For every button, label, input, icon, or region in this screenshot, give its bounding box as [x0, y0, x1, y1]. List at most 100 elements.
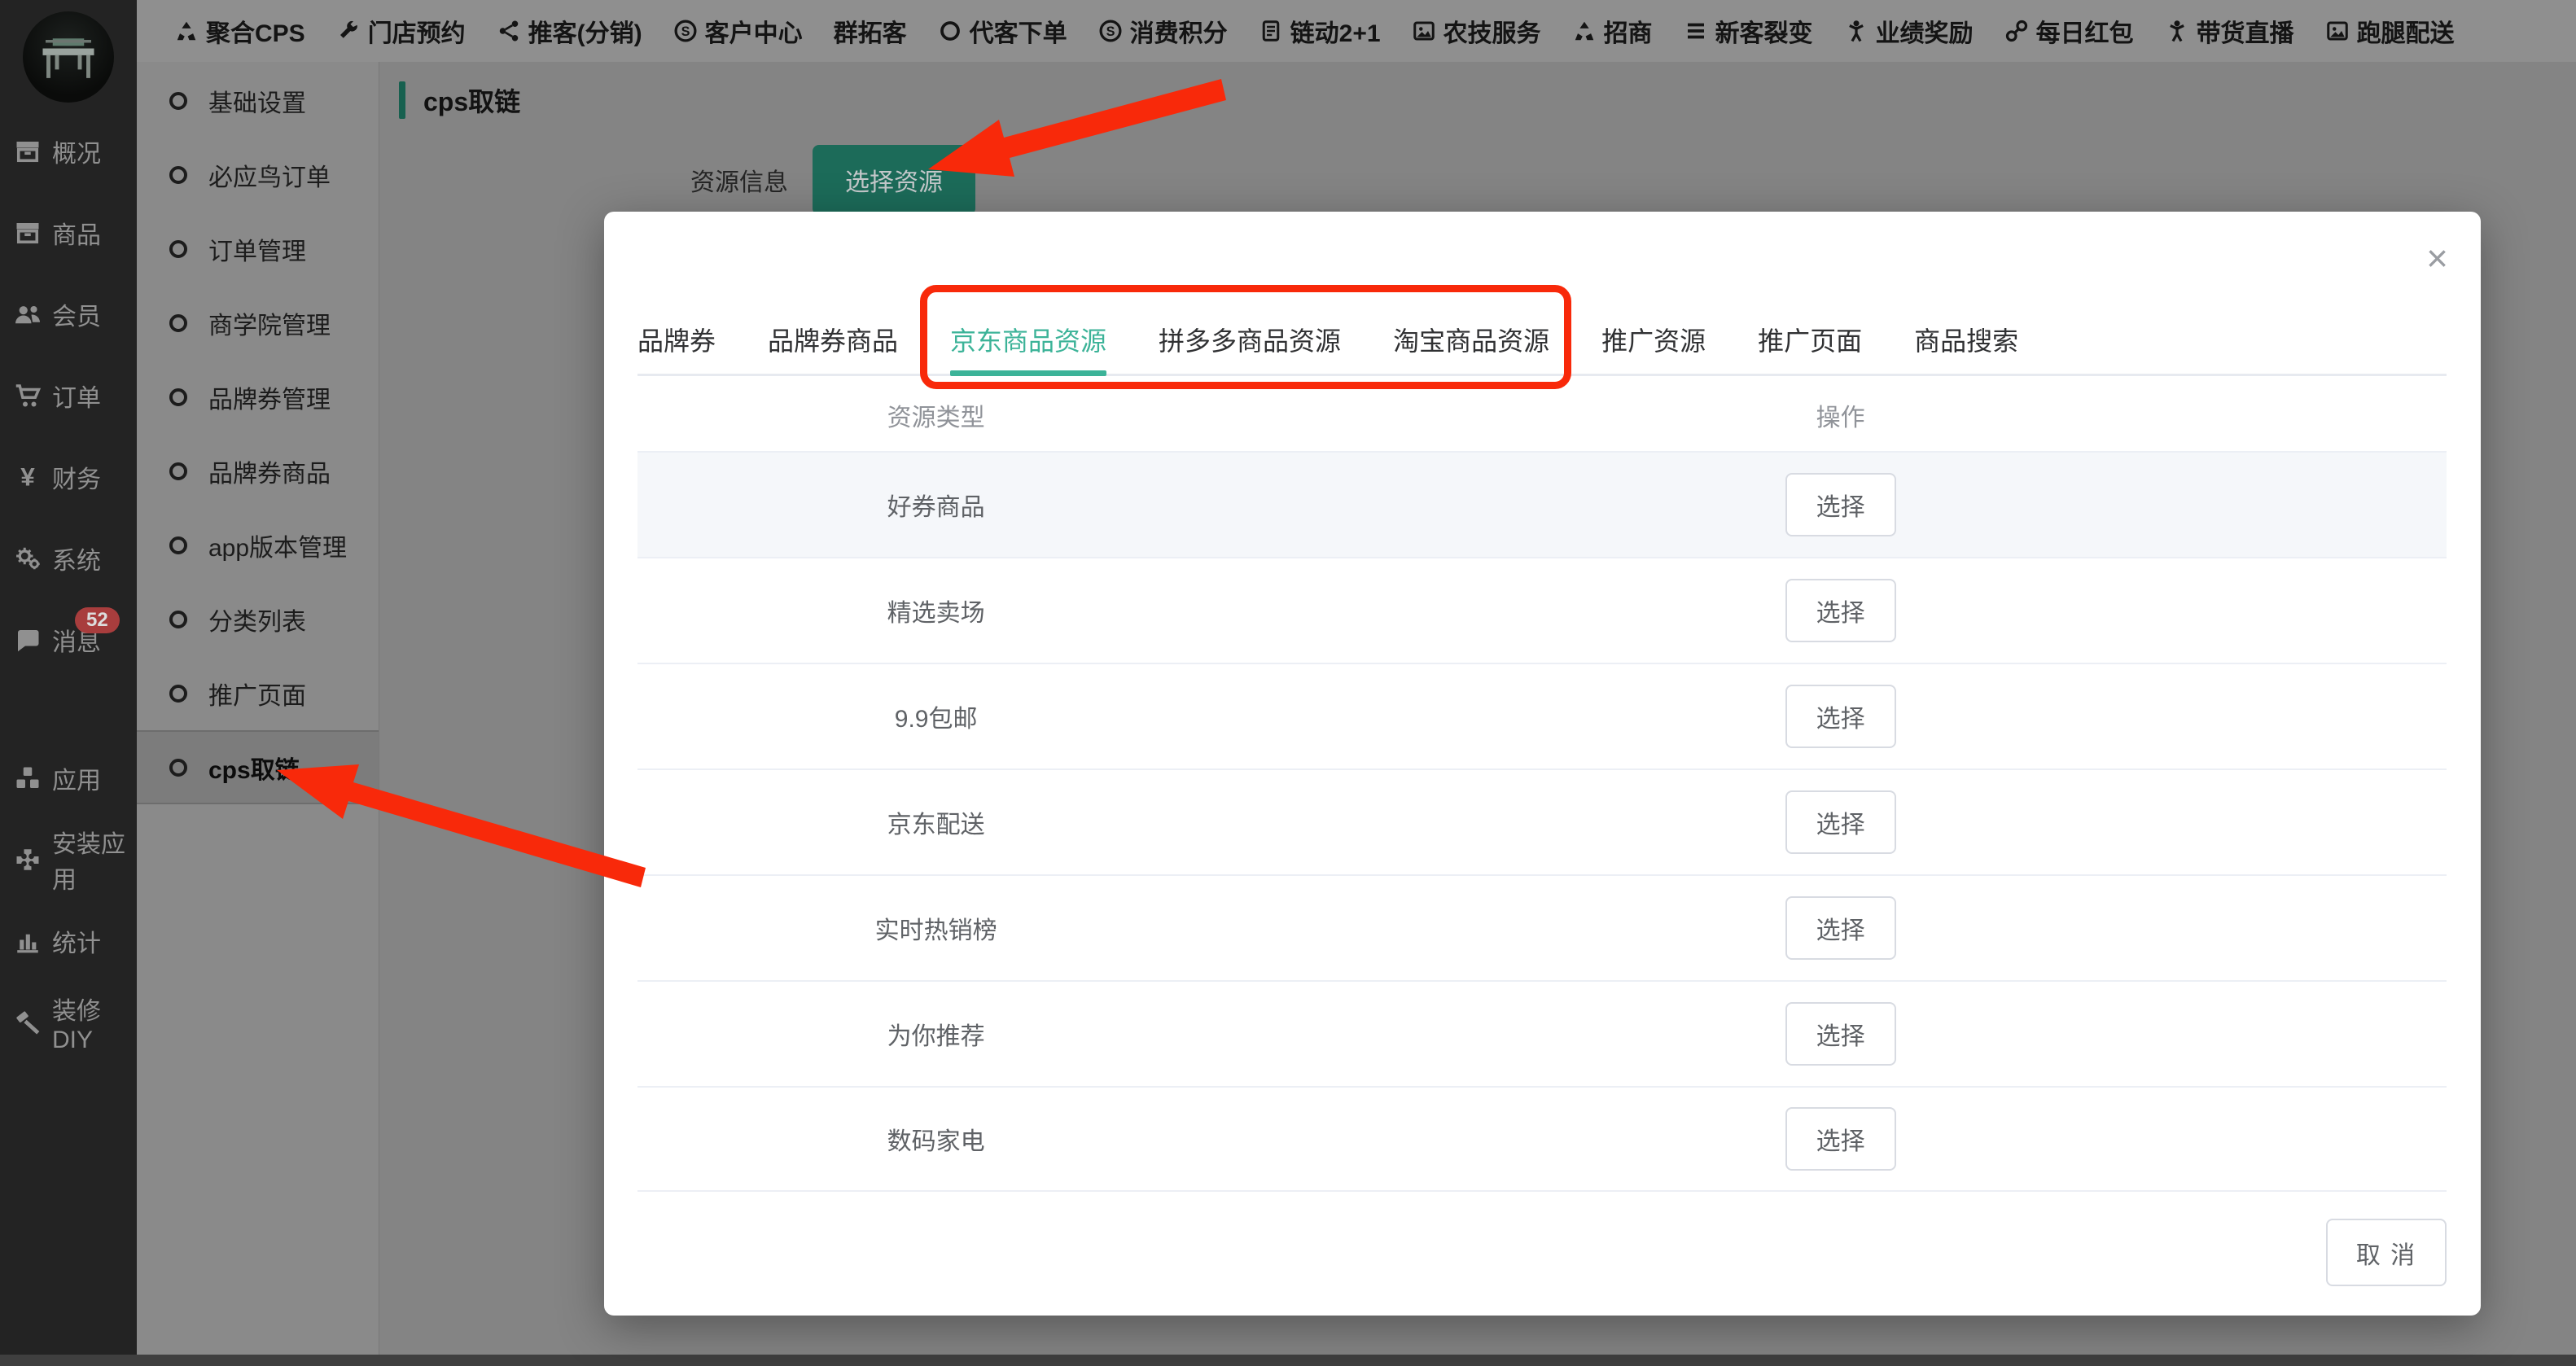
- resource-type-cell: 实时热销榜: [874, 917, 997, 944]
- resource-tab-label: 淘宝商品资源: [1393, 326, 1550, 356]
- cancel-button[interactable]: 取 消: [2326, 1219, 2447, 1286]
- sidebar-item[interactable]: 消息 52: [0, 599, 137, 681]
- image-icon: [1412, 19, 1436, 43]
- resource-tab-label: 拼多多商品资源: [1159, 326, 1342, 356]
- box-icon: [13, 218, 42, 247]
- circle-bullet-icon: [169, 610, 187, 628]
- submenu-item-label: cps取链: [208, 756, 300, 784]
- resource-tab[interactable]: 推广资源: [1601, 304, 1706, 374]
- select-row-button[interactable]: 选择: [1785, 473, 1896, 536]
- submenu-item-label: 必应鸟订单: [208, 164, 331, 191]
- sidebar-item[interactable]: 安装应用: [0, 819, 137, 900]
- submenu-item-label: 推广页面: [208, 682, 306, 710]
- list-icon: [1684, 19, 1708, 43]
- clipboard-icon: [1259, 19, 1283, 43]
- select-row-button[interactable]: 选择: [1785, 579, 1896, 642]
- select-resource-button[interactable]: 选择资源: [813, 145, 975, 215]
- submenu-item[interactable]: 订单管理: [137, 212, 379, 286]
- submenu-item[interactable]: 品牌券管理: [137, 360, 379, 434]
- resource-tab[interactable]: 拼多多商品资源: [1159, 304, 1341, 374]
- top-nav-item-label: 跑腿配送: [2356, 20, 2455, 47]
- resource-tab[interactable]: 品牌券商品: [768, 304, 898, 374]
- resource-tabs: 品牌券 品牌券商品 京东商品资源 拼多多商品资源 淘宝商品资源 推广资源 推广页…: [637, 304, 2447, 376]
- svg-text:S: S: [1106, 24, 1115, 39]
- resource-type-cell: 好券商品: [887, 494, 985, 521]
- select-row-button[interactable]: 选择: [1785, 1107, 1896, 1171]
- sidebar-item[interactable]: 商品: [0, 192, 137, 274]
- table-row: 9.9包邮 选择: [637, 663, 2447, 768]
- top-nav-item[interactable]: 新客裂变: [1684, 13, 1813, 49]
- top-nav-item-label: 推客(分销): [528, 20, 642, 47]
- cubes-icon: [13, 764, 42, 793]
- resource-type-cell: 京东配送: [887, 812, 985, 838]
- sidebar-item[interactable]: 装修DIY: [0, 982, 137, 1063]
- submenu-item[interactable]: 商学院管理: [137, 286, 379, 360]
- resource-tab[interactable]: 淘宝商品资源: [1393, 304, 1549, 374]
- store-logo-avatar[interactable]: [23, 11, 114, 103]
- top-nav-item[interactable]: 农技服务: [1412, 13, 1541, 49]
- resource-tab[interactable]: 商品搜索: [1914, 304, 2018, 374]
- top-nav-item[interactable]: 带货直播: [2165, 13, 2294, 49]
- select-row-button[interactable]: 选择: [1785, 896, 1896, 960]
- sidebar-secondary-group: 应用 安装应用 统计 装修DIY: [0, 738, 137, 1063]
- tool-icon: [336, 19, 361, 43]
- submenu-item[interactable]: 必应鸟订单: [137, 138, 379, 212]
- top-nav-item[interactable]: 推客(分销): [497, 13, 642, 49]
- top-nav-item[interactable]: 每日红包: [2004, 13, 2134, 49]
- top-nav-item[interactable]: S 客户中心: [673, 13, 803, 49]
- sidebar-item[interactable]: 会员: [0, 274, 137, 355]
- image-icon: [2325, 19, 2350, 43]
- top-nav-item[interactable]: 招商: [1572, 13, 1653, 49]
- top-nav-item[interactable]: 门店预约: [336, 13, 466, 49]
- sidebar-item[interactable]: 订单: [0, 355, 137, 436]
- submenu-item-label: app版本管理: [208, 534, 348, 562]
- top-nav-item[interactable]: 链动2+1: [1259, 13, 1381, 49]
- top-nav-item[interactable]: 群拓客: [834, 13, 907, 49]
- resource-tab-label: 推广页面: [1758, 326, 1863, 356]
- top-nav-item[interactable]: S 消费积分: [1098, 13, 1228, 49]
- submenu-item[interactable]: cps取链: [137, 730, 379, 804]
- circle-bullet-icon: [169, 758, 187, 777]
- submenu-item[interactable]: 推广页面: [137, 656, 379, 730]
- top-nav-item[interactable]: 代客下单: [938, 13, 1067, 49]
- resource-tab[interactable]: 京东商品资源: [950, 304, 1107, 376]
- sidebar-item[interactable]: 概况: [0, 111, 137, 192]
- sidebar-item[interactable]: ¥ 财务: [0, 436, 137, 518]
- resource-tab-label: 品牌券: [637, 326, 716, 356]
- sidebar-item-label: 会员: [52, 304, 101, 331]
- select-row-button[interactable]: 选择: [1785, 1002, 1896, 1066]
- table-row: 精选卖场 选择: [637, 557, 2447, 663]
- top-nav-item-label: 业绩奖励: [1875, 20, 1974, 47]
- top-nav-item-label: 群拓客: [833, 20, 907, 47]
- top-nav-item-label: 链动2+1: [1290, 20, 1381, 47]
- submenu-item[interactable]: 分类列表: [137, 582, 379, 656]
- sidebar-item[interactable]: 应用: [0, 738, 137, 819]
- sidebar-item[interactable]: 系统: [0, 518, 137, 599]
- table-row: 数码家电 选择: [637, 1086, 2447, 1192]
- circle-bullet-icon: [169, 313, 187, 332]
- yen-icon: ¥: [13, 462, 42, 492]
- select-row-button[interactable]: 选择: [1785, 790, 1896, 854]
- resource-tab[interactable]: 推广页面: [1758, 304, 1862, 374]
- action-cell: 选择: [1234, 473, 2447, 536]
- close-icon[interactable]: ×: [2426, 239, 2448, 277]
- submenu-item[interactable]: 品牌券商品: [137, 434, 379, 508]
- submenu-item[interactable]: 基础设置: [137, 63, 379, 138]
- s-circle-icon: S: [1098, 19, 1123, 43]
- submenu-item[interactable]: app版本管理: [137, 508, 379, 582]
- resource-select-dialog: × 品牌券 品牌券商品 京东商品资源 拼多多商品资源 淘宝商品资源 推广资源 推…: [604, 212, 2481, 1316]
- top-nav-item[interactable]: 业绩奖励: [1844, 13, 1974, 49]
- action-cell: 选择: [1234, 1107, 2447, 1171]
- circle-bullet-icon: [169, 91, 187, 110]
- page-title-row: cps取链: [399, 81, 520, 119]
- top-nav-item[interactable]: 聚合CPS: [174, 13, 305, 49]
- sidebar-item[interactable]: 统计: [0, 900, 137, 982]
- select-row-button[interactable]: 选择: [1785, 685, 1896, 748]
- chart-icon: [13, 926, 42, 956]
- top-nav-item[interactable]: 跑腿配送: [2325, 13, 2455, 49]
- bottom-edge-strip: [0, 1355, 2576, 1366]
- top-nav-item-label: 门店预约: [367, 20, 466, 47]
- resource-tab[interactable]: 品牌券: [637, 304, 716, 374]
- table-header: 资源类型 操作: [637, 379, 2447, 451]
- resource-tab-label: 京东商品资源: [950, 326, 1107, 356]
